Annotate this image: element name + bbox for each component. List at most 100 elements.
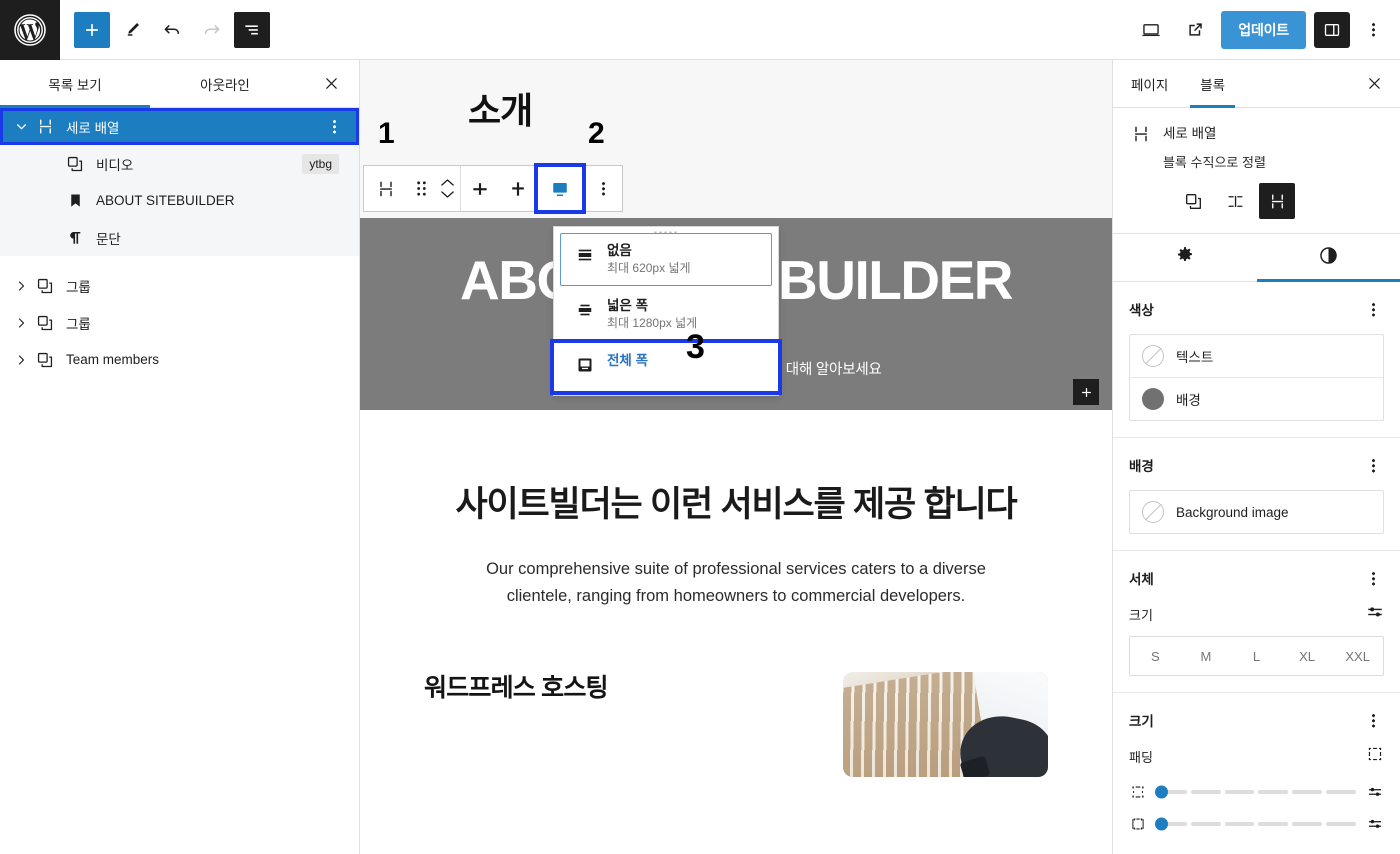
font-size-m[interactable]: M: [1181, 637, 1232, 675]
padding-horizontal-slider-row: [1129, 816, 1384, 832]
editor-options-kebab[interactable]: [1358, 12, 1388, 48]
undo-button[interactable]: [154, 12, 190, 48]
tab-block-label: 블록: [1200, 77, 1226, 93]
chevron-right-icon[interactable]: [10, 312, 32, 334]
background-section: 배경 Background image: [1113, 438, 1400, 551]
color-section-kebab[interactable]: [1362, 296, 1384, 322]
block-width-dropdown: 없음 최대 620px 넓게 넓은 폭 최대 1280px 넓게 전체 폭: [550, 226, 782, 397]
layout-vertical-button[interactable]: [1259, 183, 1295, 219]
background-image-row[interactable]: Background image: [1130, 491, 1383, 533]
layout-group-button[interactable]: [1175, 183, 1211, 219]
list-item-label: 세로 배열: [66, 120, 120, 136]
list-view-panel: 목록 보기 아웃라인 세로 배열 비디오 ytbg ABOUT SITEBUIL…: [0, 60, 360, 854]
sliders-icon[interactable]: [1366, 816, 1384, 832]
hero-add-block-button[interactable]: [1073, 379, 1099, 405]
padding-vertical-slider-row: [1129, 784, 1384, 800]
font-size-label: 크기: [1129, 608, 1153, 623]
list-item-video[interactable]: 비디오 ytbg: [0, 145, 359, 182]
width-option-desc: 최대 620px 넓게: [607, 260, 691, 275]
padding-vertical-slider[interactable]: [1155, 785, 1356, 799]
list-item-kebab[interactable]: [323, 116, 345, 138]
block-width-button[interactable]: [534, 163, 586, 214]
chevron-right-icon[interactable]: [10, 349, 32, 371]
background-section-kebab[interactable]: [1362, 452, 1384, 478]
link-sides-icon[interactable]: [1366, 745, 1384, 768]
width-option-full[interactable]: 전체 폭: [550, 339, 782, 396]
chevron-up-icon: [440, 179, 454, 186]
services-section: 사이트빌더는 이런 서비스를 제공 합니다 Our comprehensive …: [360, 410, 1112, 610]
block-options-kebab[interactable]: [584, 166, 622, 211]
block-toolbar-group-move: [364, 166, 460, 211]
list-item-label: ABOUT SITEBUILDER: [96, 193, 235, 208]
width-option-none[interactable]: 없음 최대 620px 넓게: [560, 233, 772, 287]
block-title: 세로 배열: [1163, 126, 1217, 141]
edit-tool-button[interactable]: [114, 12, 150, 48]
add-block-button[interactable]: [74, 11, 110, 48]
list-item-vertical-stack[interactable]: 세로 배열: [0, 108, 359, 145]
width-option-desc: 최대 1280px 넓게: [607, 316, 698, 330]
close-icon[interactable]: [313, 66, 349, 102]
block-toolbar: [363, 163, 623, 214]
dimensions-section-kebab[interactable]: [1362, 707, 1384, 733]
dropdown-grip-icon: [653, 228, 679, 233]
wordpress-logo-icon[interactable]: [0, 0, 60, 60]
color-row-background[interactable]: 배경: [1130, 377, 1383, 420]
font-size-xxl[interactable]: XXL: [1332, 637, 1383, 675]
sliders-icon[interactable]: [1366, 784, 1384, 800]
list-item-group-1[interactable]: 그룹: [0, 267, 359, 304]
list-item-label: 비디오: [96, 157, 134, 173]
list-item-label: 그룹: [66, 279, 91, 295]
font-size-s[interactable]: S: [1130, 637, 1181, 675]
subtab-settings[interactable]: [1113, 234, 1257, 281]
tab-outline[interactable]: 아웃라인: [150, 60, 300, 107]
layout-horizontal-button[interactable]: [1217, 183, 1253, 219]
align-full-icon: [575, 353, 597, 380]
color-row-text[interactable]: 텍스트: [1130, 335, 1383, 377]
chevron-down-icon[interactable]: [10, 116, 32, 138]
list-item-team-members[interactable]: Team members: [0, 341, 359, 378]
block-group-icon: [32, 314, 58, 332]
vertical-stack-icon: [32, 117, 58, 136]
update-button[interactable]: 업데이트: [1221, 10, 1306, 49]
list-item-label: 그룹: [66, 316, 91, 332]
no-color-swatch-icon: [1142, 345, 1164, 367]
close-icon[interactable]: [1356, 66, 1392, 102]
typography-section-kebab[interactable]: [1362, 565, 1384, 591]
settings-sidebar-toggle[interactable]: [1314, 11, 1350, 48]
tab-page[interactable]: 페이지: [1113, 60, 1184, 107]
justify-icon[interactable]: [499, 166, 537, 211]
hosting-card-title: 워드프레스 호스팅: [424, 674, 609, 703]
services-paragraph: Our comprehensive suite of professional …: [486, 559, 986, 605]
slider-thumb[interactable]: [1155, 817, 1168, 831]
tab-block[interactable]: 블록: [1184, 60, 1241, 108]
move-block-arrows[interactable]: [434, 166, 460, 211]
external-link-icon[interactable]: [1177, 12, 1213, 48]
block-layout-variations: [1113, 171, 1400, 233]
chevron-right-icon[interactable]: [10, 275, 32, 297]
tab-list-view[interactable]: 목록 보기: [0, 60, 150, 108]
width-option-wide[interactable]: 넓은 폭 최대 1280px 넓게: [560, 288, 772, 341]
list-view-button[interactable]: [234, 11, 270, 48]
font-size-l[interactable]: L: [1231, 637, 1282, 675]
slider-thumb[interactable]: [1155, 785, 1168, 799]
block-toolbar-group-align: [460, 163, 586, 214]
list-item-paragraph[interactable]: 문단: [0, 219, 359, 256]
block-type-button[interactable]: [364, 166, 408, 211]
list-item-label: Team members: [66, 352, 160, 367]
width-option-title: 전체 폭: [607, 353, 649, 369]
list-item-group-2[interactable]: 그룹: [0, 304, 359, 341]
subtab-styles[interactable]: [1256, 234, 1400, 282]
align-cross-start-icon[interactable]: [461, 166, 499, 211]
drag-handle-icon[interactable]: [408, 166, 434, 211]
list-item-about-sitebuilder[interactable]: ABOUT SITEBUILDER: [0, 182, 359, 219]
padding-horizontal-slider[interactable]: [1155, 817, 1356, 831]
typography-section: 서체 크기 S M L XL XXL: [1113, 551, 1400, 693]
font-size-xl[interactable]: XL: [1282, 637, 1333, 675]
dimensions-section-title: 크기: [1129, 714, 1154, 729]
annotation-1: 1: [378, 117, 395, 150]
sliders-icon[interactable]: [1366, 603, 1384, 626]
desktop-preview-icon[interactable]: [1133, 12, 1169, 48]
color-section-title: 색상: [1129, 303, 1154, 318]
background-section-title: 배경: [1129, 459, 1154, 474]
hosting-card-image: [843, 672, 1048, 778]
